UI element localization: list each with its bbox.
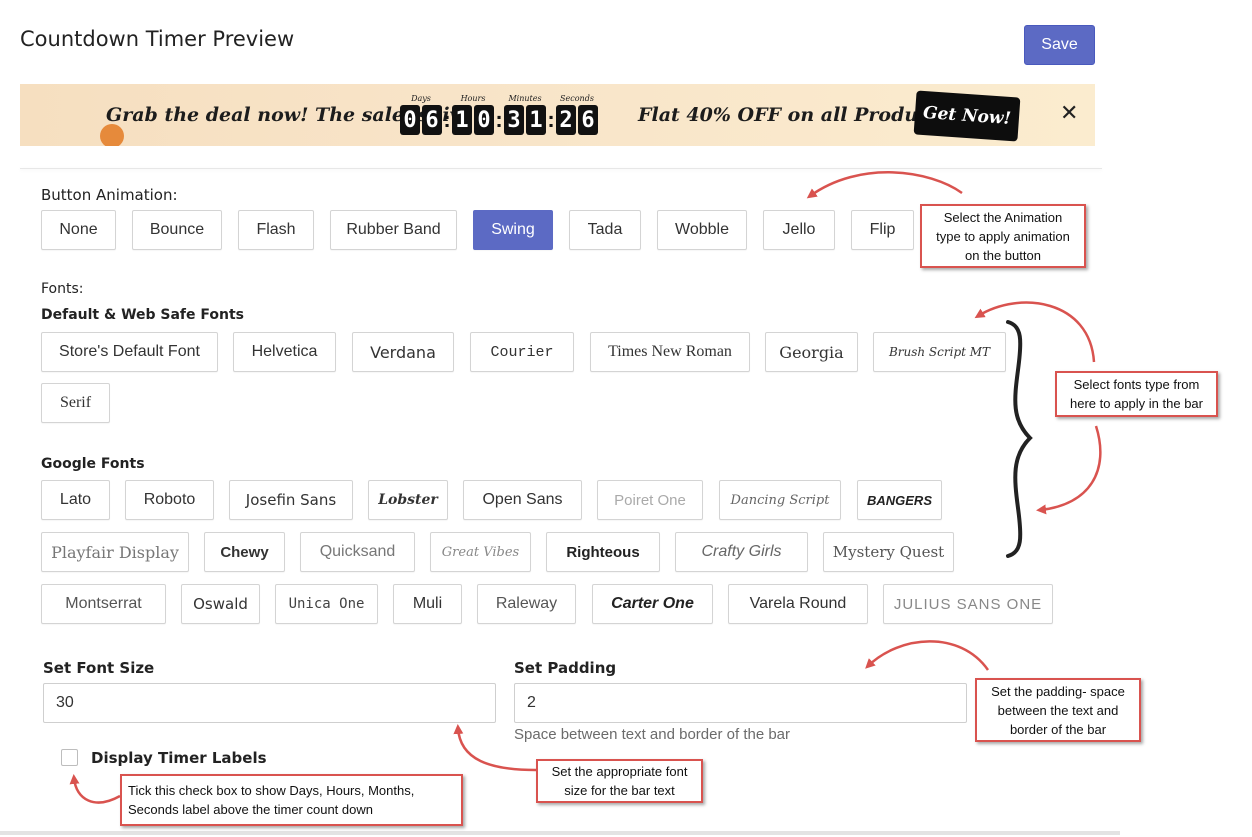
- font-option-georgia[interactable]: Georgia: [765, 332, 858, 372]
- font-option-unica-one[interactable]: Unica One: [275, 584, 378, 624]
- font-option-quicksand[interactable]: Quicksand: [300, 532, 415, 572]
- page-title: Countdown Timer Preview: [20, 27, 295, 51]
- animation-option-bounce[interactable]: Bounce: [132, 210, 222, 250]
- fonts-label: Fonts:: [41, 281, 84, 297]
- font-option-chewy[interactable]: Chewy: [204, 532, 285, 572]
- font-option-carter-one[interactable]: Carter One: [592, 584, 713, 624]
- font-option-verdana[interactable]: Verdana: [352, 332, 454, 372]
- display-timer-labels-label: Display Timer Labels: [91, 749, 267, 767]
- countdown-preview-bar: Grab the deal now! The sale is live Days…: [20, 84, 1095, 146]
- timer-separator: :: [495, 107, 503, 132]
- animation-option-tada[interactable]: Tada: [569, 210, 641, 250]
- save-button[interactable]: Save: [1024, 25, 1095, 65]
- font-option-varela-round[interactable]: Varela Round: [728, 584, 868, 624]
- timer-digit: 2: [556, 105, 576, 135]
- pumpkin-decoration-icon: [100, 124, 124, 146]
- display-timer-labels-checkbox[interactable]: [61, 749, 78, 766]
- font-option-open-sans[interactable]: Open Sans: [463, 480, 582, 520]
- timer-separator: :: [547, 107, 555, 132]
- font-option-oswald[interactable]: Oswald: [181, 584, 260, 624]
- font-size-input[interactable]: 30: [43, 683, 496, 723]
- font-option-bangers[interactable]: BANGERS: [857, 480, 942, 520]
- font-option-crafty-girls[interactable]: Crafty Girls: [675, 532, 808, 572]
- font-option-josefin-sans[interactable]: Josefin Sans: [229, 480, 353, 520]
- timer-digit: 3: [504, 105, 524, 135]
- font-option-lato[interactable]: Lato: [41, 480, 110, 520]
- animation-option-flash[interactable]: Flash: [238, 210, 314, 250]
- timer-digit: 1: [452, 105, 472, 135]
- callout-fonts: Select fonts type from here to apply in t…: [1055, 371, 1218, 417]
- font-option-store-default[interactable]: Store's Default Font: [41, 332, 218, 372]
- animation-label: Button Animation:: [41, 186, 178, 204]
- timer-digit: 6: [578, 105, 598, 135]
- font-option-righteous[interactable]: Righteous: [546, 532, 660, 572]
- get-now-button[interactable]: Get Now!: [913, 90, 1021, 142]
- padding-label: Set Padding: [514, 659, 617, 677]
- font-option-muli[interactable]: Muli: [393, 584, 462, 624]
- font-option-great-vibes[interactable]: Great Vibes: [430, 532, 531, 572]
- font-option-julius-sans-one[interactable]: JULIUS SANS ONE: [883, 584, 1053, 624]
- animation-option-jello[interactable]: Jello: [763, 210, 835, 250]
- timer-digit: 6: [422, 105, 442, 135]
- padding-hint: Space between text and border of the bar: [514, 726, 791, 743]
- section-divider: [20, 168, 1102, 169]
- font-option-courier[interactable]: Courier: [470, 332, 574, 372]
- animation-option-none[interactable]: None: [41, 210, 116, 250]
- font-size-label: Set Font Size: [43, 659, 155, 677]
- close-icon[interactable]: ✕: [1060, 100, 1078, 126]
- font-option-times-new-roman[interactable]: Times New Roman: [590, 332, 750, 372]
- animation-option-rubber-band[interactable]: Rubber Band: [330, 210, 457, 250]
- timer-seconds: Seconds 2 6: [556, 94, 598, 135]
- timer-digit: 0: [474, 105, 494, 135]
- timer-hours-label: Hours: [460, 94, 486, 103]
- bottom-divider: [0, 831, 1120, 835]
- font-option-dancing-script[interactable]: Dancing Script: [719, 480, 841, 520]
- animation-option-wobble[interactable]: Wobble: [657, 210, 747, 250]
- font-option-montserrat[interactable]: Montserrat: [41, 584, 166, 624]
- padding-input[interactable]: 2: [514, 683, 967, 723]
- callout-animation: Select the Animation type to apply animat…: [920, 204, 1086, 268]
- font-option-poiret-one[interactable]: Poiret One: [597, 480, 703, 520]
- font-option-mystery-quest[interactable]: Mystery Quest: [823, 532, 954, 572]
- timer-days-label: Days: [411, 94, 431, 103]
- timer-seconds-label: Seconds: [560, 94, 594, 103]
- timer-digit: 0: [400, 105, 420, 135]
- font-option-playfair-display[interactable]: Playfair Display: [41, 532, 189, 572]
- animation-option-swing[interactable]: Swing: [473, 210, 553, 250]
- timer-digit: 1: [526, 105, 546, 135]
- animation-option-flip[interactable]: Flip: [851, 210, 914, 250]
- font-option-brush-script[interactable]: Brush Script MT: [873, 332, 1006, 372]
- font-option-roboto[interactable]: Roboto: [125, 480, 214, 520]
- timer-hours: Hours 1 0: [452, 94, 494, 135]
- google-fonts-heading: Google Fonts: [41, 456, 145, 472]
- timer-minutes: Minutes 3 1: [504, 94, 546, 135]
- timer-separator: :: [443, 107, 451, 132]
- timer-days: Days 0 6: [400, 94, 442, 135]
- font-option-serif[interactable]: Serif: [41, 383, 110, 423]
- web-safe-fonts-heading: Default & Web Safe Fonts: [41, 307, 244, 323]
- countdown-timer: Days 0 6 : Hours 1 0 : Minutes 3 1 : Sec…: [400, 94, 598, 135]
- bar-text-right: Flat 40% OFF on all Products: [638, 104, 950, 126]
- callout-checkbox: Tick this check box to show Days, Hours,…: [120, 774, 463, 826]
- font-option-lobster[interactable]: Lobster: [368, 480, 448, 520]
- callout-padding: Set the padding- space between the text a…: [975, 678, 1141, 742]
- font-option-raleway[interactable]: Raleway: [477, 584, 576, 624]
- callout-font-size: Set the appropriate font size for the bar…: [536, 759, 703, 803]
- font-option-helvetica[interactable]: Helvetica: [233, 332, 336, 372]
- timer-minutes-label: Minutes: [508, 94, 542, 103]
